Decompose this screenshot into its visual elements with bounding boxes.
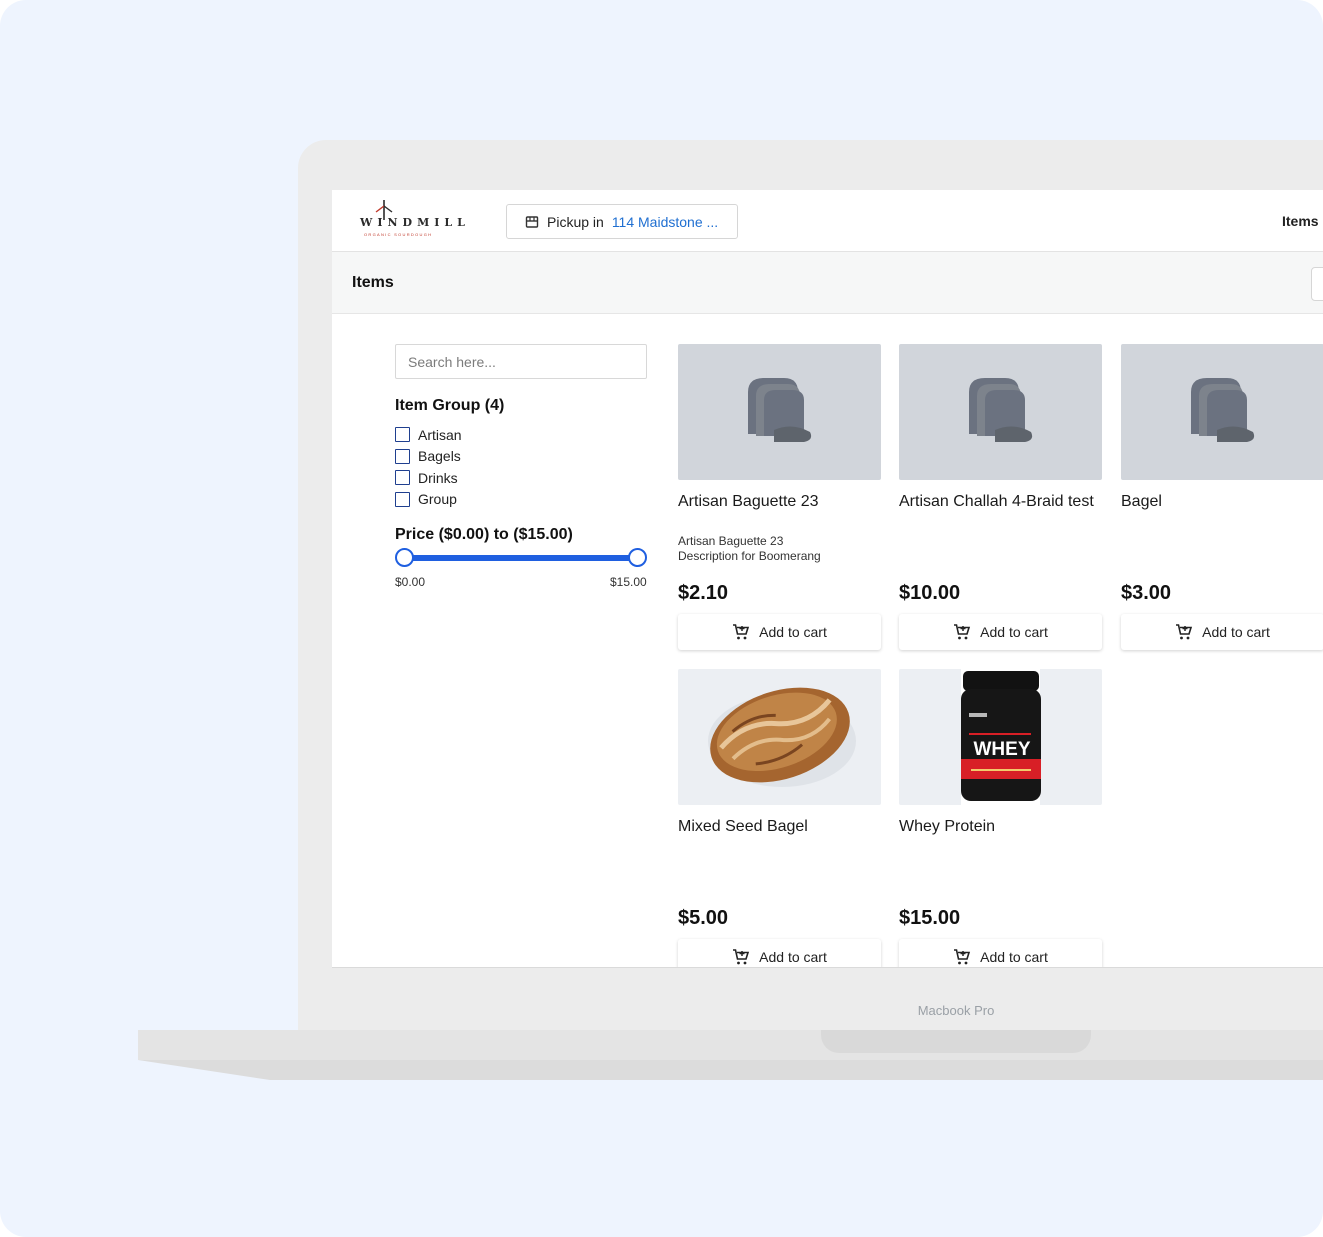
price-max-label: $15.00 [610, 575, 647, 589]
product-card[interactable]: Artisan Challah 4-Braid test $10.00 Add … [899, 344, 1102, 654]
cart-add-icon [1176, 624, 1193, 640]
windmill-logo[interactable]: WINDMILL ORGANIC SOURDOUGH [360, 198, 470, 238]
add-to-cart-label: Add to cart [759, 949, 827, 965]
bread-placeholder-icon [748, 378, 812, 442]
pickup-address: 114 Maidstone ... [611, 213, 719, 230]
sort-control[interactable] [1311, 267, 1323, 301]
logo-wordmark: WINDMILL [360, 216, 470, 229]
add-to-cart-label: Add to cart [980, 949, 1048, 965]
cart-add-icon [733, 949, 750, 965]
product-price: $3.00 [1121, 582, 1172, 604]
item-group-option[interactable]: Bagels [395, 446, 462, 468]
laptop-base [138, 1030, 1323, 1060]
add-to-cart-button[interactable]: Add to cart [899, 939, 1102, 967]
product-image[interactable] [1121, 344, 1323, 480]
product-name[interactable]: Artisan Baguette 23 [678, 490, 881, 513]
item-group-list: Artisan Bagels Drinks Group [395, 424, 462, 510]
laptop-notch [821, 1030, 1091, 1053]
app-screen: WINDMILL ORGANIC SOURDOUGH Pickup in 114… [332, 190, 1323, 968]
checkbox[interactable] [395, 470, 410, 486]
whey-protein-tub-photo: WHEY [961, 669, 1041, 805]
laptop-base-edge [138, 1060, 1323, 1080]
item-group-label: Bagels [418, 448, 461, 465]
slider-max-handle[interactable] [628, 548, 647, 567]
add-to-cart-button[interactable]: Add to cart [678, 939, 881, 967]
cart-add-icon [954, 624, 971, 640]
whey-label-text: WHEY [974, 739, 1031, 760]
product-image[interactable] [678, 344, 881, 480]
product-card[interactable]: Mixed Seed Bagel $5.00 Add to cart [678, 669, 881, 967]
product-card[interactable]: Artisan Baguette 23 Artisan Baguette 23 … [678, 344, 881, 654]
product-name[interactable]: Mixed Seed Bagel [678, 815, 881, 838]
item-group-option[interactable]: Artisan [395, 424, 462, 446]
product-price: $2.10 [678, 582, 729, 604]
item-group-title: Item Group (4) [395, 397, 505, 414]
product-name[interactable]: Whey Protein [899, 815, 1102, 838]
slider-track [403, 555, 639, 561]
checkbox[interactable] [395, 427, 410, 443]
product-name[interactable]: Bagel [1121, 490, 1323, 513]
item-group-label: Group [418, 491, 457, 508]
sourdough-loaf-photo [708, 687, 856, 787]
product-image[interactable] [678, 669, 881, 805]
pickup-location-button[interactable]: Pickup in 114 Maidstone ... [506, 204, 738, 239]
checkbox[interactable] [395, 491, 410, 507]
add-to-cart-label: Add to cart [759, 624, 827, 640]
cart-add-icon [733, 624, 750, 640]
add-to-cart-button[interactable]: Add to cart [678, 614, 881, 650]
product-card[interactable]: WHEY Whey Protein $15.00 Add to cart [899, 669, 1102, 967]
top-bar: WINDMILL ORGANIC SOURDOUGH Pickup in 114… [332, 190, 1323, 252]
page-subheader: Items [332, 252, 1323, 314]
product-description: Artisan Baguette 23 Description for Boom… [678, 534, 821, 563]
item-group-label: Artisan [418, 426, 462, 443]
price-filter-title: Price ($0.00) to ($15.00) [395, 526, 573, 543]
add-to-cart-button[interactable]: Add to cart [1121, 614, 1323, 650]
add-to-cart-label: Add to cart [980, 624, 1048, 640]
nav-items-link[interactable]: Items [1282, 213, 1319, 229]
slider-min-handle[interactable] [395, 548, 414, 567]
product-price: $10.00 [899, 582, 961, 604]
product-image[interactable]: WHEY [899, 669, 1102, 805]
product-price: $15.00 [899, 907, 961, 929]
price-range-slider[interactable] [395, 548, 647, 568]
product-image[interactable] [899, 344, 1102, 480]
item-group-option[interactable]: Drinks [395, 467, 462, 489]
device-label: Macbook Pro [917, 1003, 995, 1018]
logo-tagline: ORGANIC SOURDOUGH [364, 232, 433, 237]
add-to-cart-button[interactable]: Add to cart [899, 614, 1102, 650]
product-card[interactable]: Bagel $3.00 Add to cart [1121, 344, 1323, 654]
cart-add-icon [954, 949, 971, 965]
bread-placeholder-icon [969, 378, 1033, 442]
item-group-label: Drinks [418, 469, 458, 486]
add-to-cart-label: Add to cart [1202, 624, 1270, 640]
price-min-label: $0.00 [395, 575, 426, 589]
pickup-prefix: Pickup in [547, 213, 604, 230]
checkbox[interactable] [395, 448, 410, 464]
product-price: $5.00 [678, 907, 729, 929]
search-input[interactable] [395, 344, 647, 379]
store-icon [525, 215, 539, 228]
item-group-option[interactable]: Group [395, 489, 462, 511]
page-title: Items [352, 274, 394, 291]
background-card: Macbook Pro WINDMILL ORGANIC SOURDOUGH P… [0, 0, 1323, 1237]
product-name[interactable]: Artisan Challah 4-Braid test [899, 490, 1102, 513]
bread-placeholder-icon [1191, 378, 1255, 442]
